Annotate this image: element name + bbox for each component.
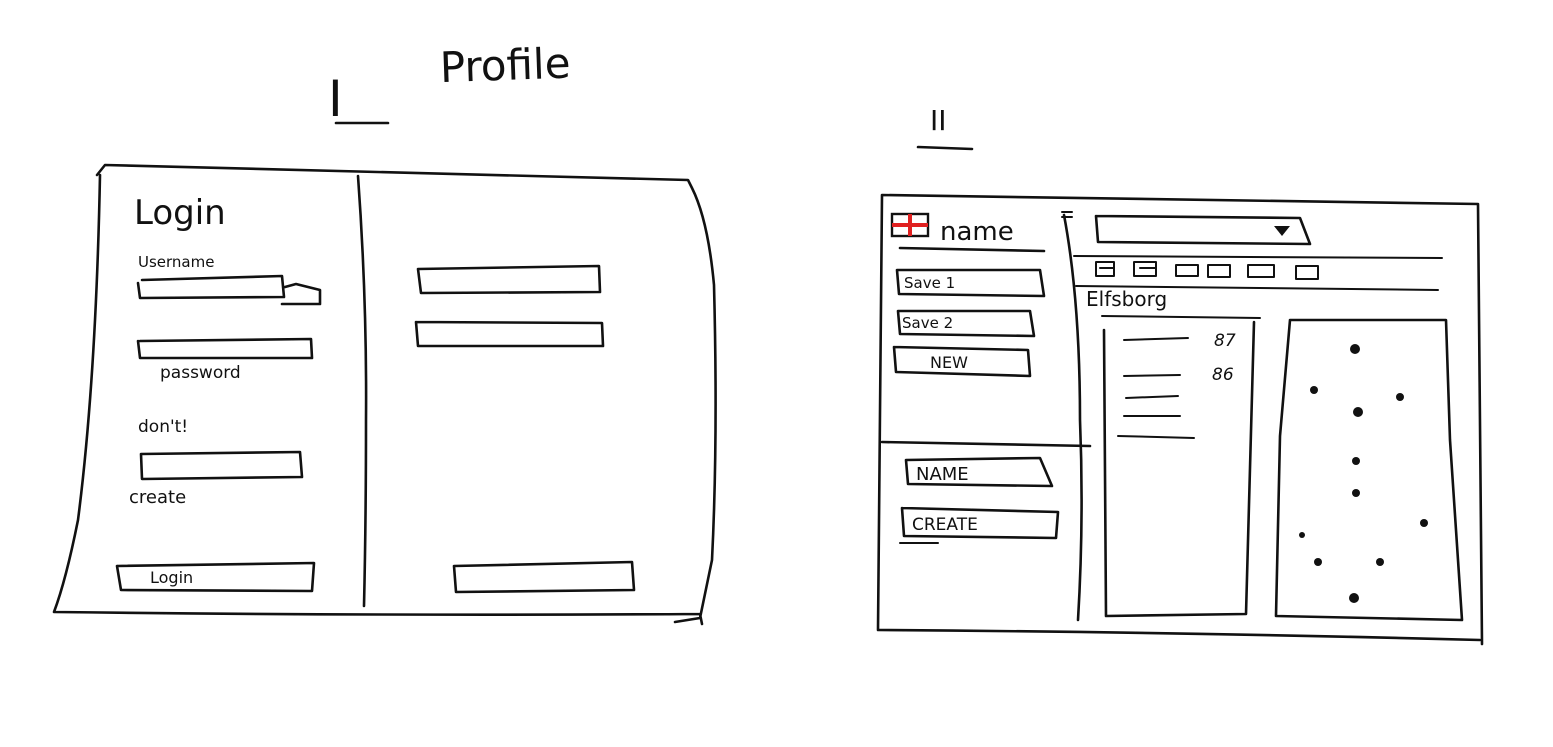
mockup-1-field-1[interactable] xyxy=(416,264,602,295)
list-row-5[interactable] xyxy=(1117,435,1195,439)
tab-2[interactable] xyxy=(1133,261,1157,277)
mockup-1-divider xyxy=(356,174,368,608)
username-field[interactable] xyxy=(136,274,322,306)
mockup-1-label: I xyxy=(328,70,343,128)
map-point[interactable] xyxy=(1352,489,1360,497)
map-point[interactable] xyxy=(1299,532,1305,538)
flag-icon xyxy=(890,212,930,238)
tab-3[interactable] xyxy=(1175,264,1199,277)
mockup-2-label: II xyxy=(930,104,947,137)
map-point[interactable] xyxy=(1420,519,1428,527)
tab-4[interactable] xyxy=(1207,264,1231,278)
name-field-label: NAME xyxy=(916,464,969,485)
list-row-1[interactable] xyxy=(1123,337,1189,341)
username-label: Username xyxy=(138,253,214,271)
score-2: 86 xyxy=(1212,365,1234,385)
map-point[interactable] xyxy=(1310,386,1318,394)
top-rule-3 xyxy=(1101,315,1261,319)
mockup-2-sidebar-split xyxy=(880,440,1092,448)
map-point[interactable] xyxy=(1349,593,1359,603)
dont-label: don't! xyxy=(138,417,188,437)
create-field[interactable] xyxy=(139,450,304,481)
list-row-3[interactable] xyxy=(1125,395,1179,399)
mockup-1: I Login Username password don't! create … xyxy=(52,70,717,626)
login-heading: Login xyxy=(134,193,226,233)
search-dropdown-icon[interactable] xyxy=(1274,226,1290,236)
save-1-label: Save 1 xyxy=(904,274,955,292)
create-label: create xyxy=(129,487,186,508)
map-point[interactable] xyxy=(1376,558,1384,566)
name-underline xyxy=(898,246,1046,253)
top-rule-1 xyxy=(1073,255,1443,259)
mockup-2-label-underline xyxy=(916,145,974,151)
mockup-2: II name Save 1 Save 2 NEW NAME CREATE El… xyxy=(876,104,1484,646)
map-point[interactable] xyxy=(1396,393,1404,401)
leaderboard-label: Elfsborg xyxy=(1086,287,1167,311)
mockup-2-sidebar-divider xyxy=(1062,213,1083,622)
tab-6[interactable] xyxy=(1295,265,1319,280)
sketch-canvas: Profile I Login Username password don't!… xyxy=(52,39,1484,646)
score-1: 87 xyxy=(1214,331,1236,351)
map-point[interactable] xyxy=(1352,457,1360,465)
tab-row xyxy=(1095,261,1319,280)
tab-5[interactable] xyxy=(1247,264,1275,278)
create-button-label: CREATE xyxy=(912,515,978,535)
map-point[interactable] xyxy=(1314,558,1322,566)
tab-1[interactable] xyxy=(1095,261,1115,277)
new-label: NEW xyxy=(930,353,968,372)
map-point[interactable] xyxy=(1353,407,1363,417)
map-panel xyxy=(1274,318,1464,622)
list-row-2[interactable] xyxy=(1123,374,1181,377)
login-button-label: Login xyxy=(150,568,193,587)
mockup-1-field-2[interactable] xyxy=(414,320,605,348)
save-2-label: Save 2 xyxy=(902,314,953,332)
page-title: Profile xyxy=(439,39,571,93)
mockup-1-button[interactable] xyxy=(452,560,636,594)
mockup-1-frame xyxy=(52,163,717,626)
password-label: password xyxy=(160,363,241,383)
mockup-2-frame xyxy=(876,193,1484,646)
login-button[interactable] xyxy=(115,561,316,593)
password-field[interactable] xyxy=(136,337,314,360)
name-label: name xyxy=(940,217,1014,247)
map-points xyxy=(1299,344,1428,603)
map-point[interactable] xyxy=(1350,344,1360,354)
